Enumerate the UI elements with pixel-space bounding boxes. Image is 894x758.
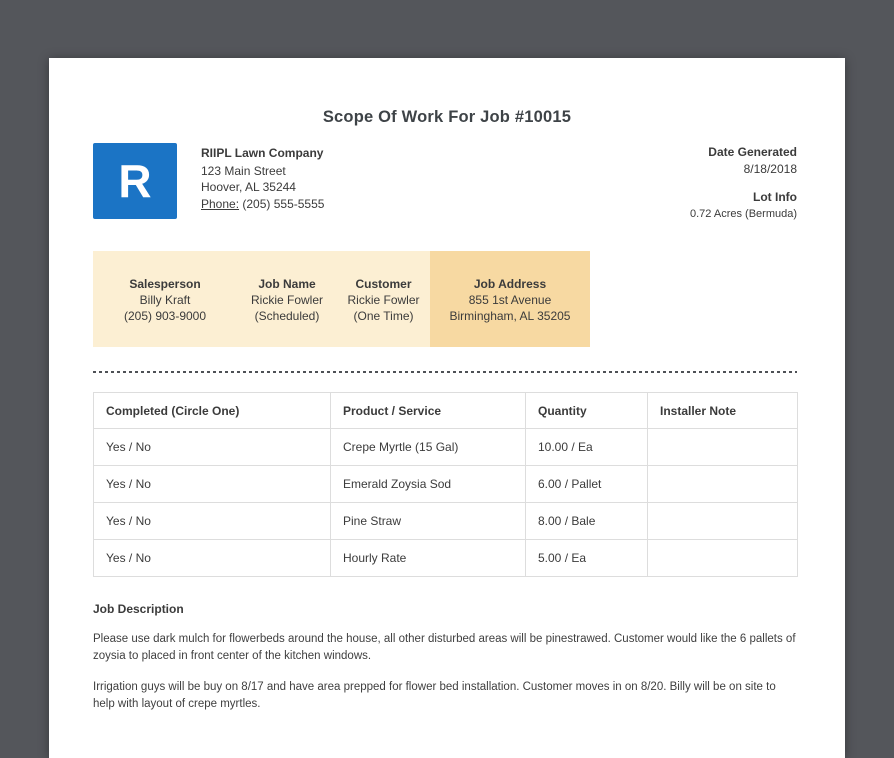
job-description-paragraph: Please use dark mulch for flowerbeds aro… [93,633,796,662]
job-name-column: Job Name Rickie Fowler (Scheduled) [237,251,337,347]
company-logo: R [93,143,177,219]
table-header-row: Completed (Circle One) Product / Service… [93,392,798,429]
customer-label: Customer [355,277,412,291]
header-installer-note: Installer Note [647,392,798,429]
date-generated-label: Date Generated [708,145,797,159]
header-quantity: Quantity [525,392,648,429]
job-info-band: Salesperson Billy Kraft (205) 903-9000 J… [93,251,590,347]
job-name-label: Job Name [258,277,316,291]
dashed-divider [93,371,797,373]
table-row: Yes / No Pine Straw 8.00 / Bale [93,502,798,540]
lot-info-value: 0.72 Acres (Bermuda) [690,207,797,220]
company-phone: Phone: (205) 555-5555 [201,196,324,213]
job-description-paragraph: Irrigation guys will be buy on 8/17 and … [93,681,776,710]
quantity-cell: 6.00 / Pallet [525,465,648,503]
completed-cell: Yes / No [93,502,331,540]
company-name: RIIPL Lawn Company [201,146,324,160]
header-product-service: Product / Service [330,392,526,429]
installer-note-cell [647,502,798,540]
installer-note-cell [647,428,798,466]
customer-name: Rickie Fowler [347,293,420,307]
company-address-line1: 123 Main Street [201,163,286,178]
job-address-column: Job Address 855 1st Avenue Birmingham, A… [430,251,590,347]
quantity-cell: 10.00 / Ea [525,428,648,466]
completed-cell: Yes / No [93,539,331,577]
job-address-line1: 855 1st Avenue [468,293,552,307]
table-row: Yes / No Crepe Myrtle (15 Gal) 10.00 / E… [93,428,798,466]
salesperson-column: Salesperson Billy Kraft (205) 903-9000 [93,251,237,347]
header-completed: Completed (Circle One) [93,392,331,429]
document-header: R RIIPL Lawn Company 123 Main Street Hoo… [93,143,797,222]
page-title: Scope Of Work For Job #10015 [322,108,572,126]
phone-number: (205) 555-5555 [242,196,325,211]
quantity-cell: 8.00 / Bale [525,502,648,540]
salesperson-name: Billy Kraft [139,293,191,307]
product-cell: Hourly Rate [330,539,526,577]
quantity-cell: 5.00 / Ea [525,539,648,577]
job-address-label: Job Address [473,277,547,291]
completed-cell: Yes / No [93,428,331,466]
customer-column: Customer Rickie Fowler (One Time) [337,251,430,347]
scope-of-work-table: Completed (Circle One) Product / Service… [93,392,798,577]
completed-cell: Yes / No [93,465,331,503]
job-name-value: Rickie Fowler [250,293,323,307]
installer-note-cell [647,539,798,577]
salesperson-phone: (205) 903-9000 [123,309,207,323]
product-cell: Crepe Myrtle (15 Gal) [330,428,526,466]
document-meta: Date Generated 8/18/2018 Lot Info 0.72 A… [690,143,797,222]
job-address-line2: Birmingham, AL 35205 [449,309,571,323]
salesperson-label: Salesperson [129,277,201,291]
date-generated-value: 8/18/2018 [743,161,797,176]
company-info: RIIPL Lawn Company 123 Main Street Hoove… [201,143,324,222]
installer-note-cell [647,465,798,503]
phone-label: Phone: [201,196,240,211]
job-description-section: Job Description Please use dark mulch fo… [93,602,797,713]
job-description-heading: Job Description [93,602,184,616]
job-status: (Scheduled) [254,309,320,323]
document-page: Scope Of Work For Job #10015 R RIIPL Law… [49,58,845,758]
product-cell: Emerald Zoysia Sod [330,465,526,503]
table-row: Yes / No Hourly Rate 5.00 / Ea [93,539,798,577]
table-row: Yes / No Emerald Zoysia Sod 6.00 / Palle… [93,465,798,503]
logo-letter: R [118,155,152,207]
company-address-line2: Hoover, AL 35244 [201,180,296,194]
lot-info-label: Lot Info [753,190,797,204]
product-cell: Pine Straw [330,502,526,540]
customer-type: (One Time) [353,309,414,323]
